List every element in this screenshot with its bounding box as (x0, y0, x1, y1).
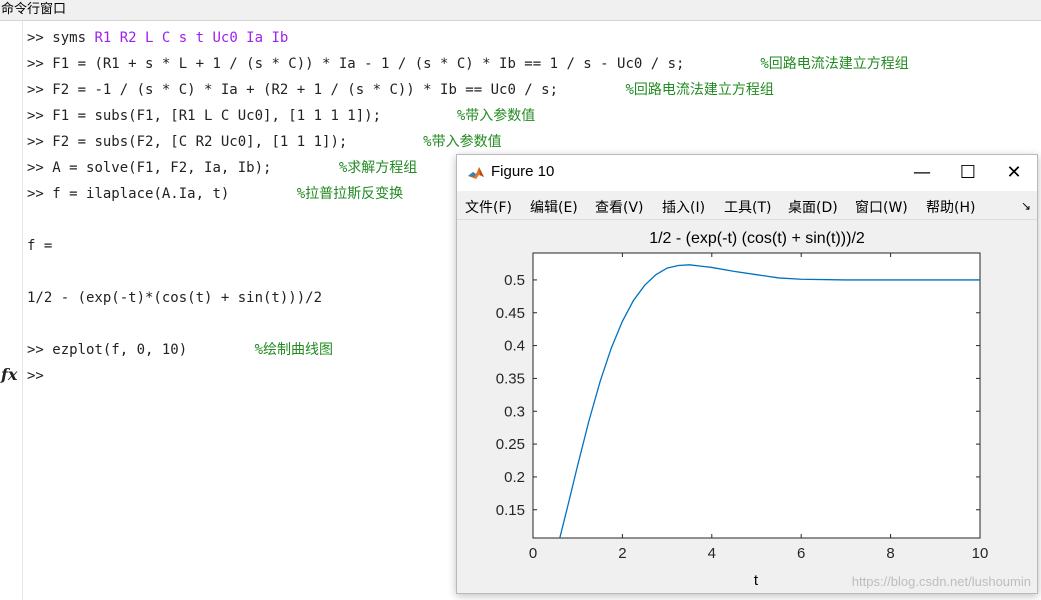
y-tick-label: 0.15 (496, 502, 525, 519)
y-tick-label: 0.4 (504, 338, 525, 355)
close-button[interactable]: ✕ (991, 155, 1037, 191)
command-line: >> F2 = subs(F2, [C R2 Uc0], [1 1 1]); %… (27, 134, 502, 150)
dock-arrow-icon[interactable]: ↘ (1021, 199, 1031, 213)
y-tick-label: 0.5 (504, 272, 525, 289)
x-tick-label: 10 (972, 545, 989, 562)
y-tick-label: 0.3 (504, 403, 525, 420)
command-line: >> F2 = -1 / (s * C) * Ia + (R2 + 1 / (s… (27, 82, 774, 98)
y-tick-label: 0.45 (496, 305, 525, 322)
y-tick-label: 0.25 (496, 436, 525, 453)
menu-edit[interactable]: 编辑(E) (530, 197, 578, 217)
command-gutter (0, 21, 23, 600)
command-line: >> F1 = (R1 + s * L + 1 / (s * C)) * Ia … (27, 56, 909, 72)
figure-window[interactable]: Figure 10 — ☐ ✕ 文件(F) 编辑(E) 查看(V) 插入(I) … (456, 154, 1038, 594)
maximize-button[interactable]: ☐ (945, 155, 991, 191)
minimize-icon: — (913, 162, 931, 183)
plot-area: 1/2 - (exp(-t) (cos(t) + sin(t)))/2 0 2 4 6… (457, 220, 1037, 593)
x-tick-label: 0 (529, 545, 537, 562)
command-line: >> A = solve(F1, F2, Ia, Ib); %求解方程组 (27, 160, 418, 176)
x-tick-label: 6 (797, 545, 805, 562)
menu-tools[interactable]: 工具(T) (724, 197, 771, 217)
y-tick-label: 0.35 (496, 370, 525, 387)
command-window-title: 命令行窗口 (1, 2, 67, 17)
menu-desktop[interactable]: 桌面(D) (788, 197, 838, 217)
figure-title: Figure 10 (491, 163, 555, 180)
matlab-logo-icon (467, 164, 485, 182)
current-prompt[interactable]: >> (27, 365, 44, 387)
axes-box (532, 252, 981, 539)
plot-title: 1/2 - (exp(-t) (cos(t) + sin(t)))/2 (649, 230, 865, 247)
fx-icon[interactable]: fx (1, 365, 17, 384)
command-line: >> ezplot(f, 0, 10) %绘制曲线图 (27, 342, 334, 358)
x-tick-label: 8 (886, 545, 894, 562)
command-line: >> F1 = subs(F1, [R1 L C Uc0], [1 1 1 1]… (27, 108, 536, 124)
x-axis-label: t (754, 572, 759, 589)
command-line: >> f = ilaplace(A.Ia, t) %拉普拉斯反变换 (27, 186, 404, 202)
x-tick-label: 2 (618, 545, 626, 562)
maximize-icon: ☐ (959, 162, 977, 183)
menu-insert[interactable]: 插入(I) (662, 197, 705, 217)
close-icon: ✕ (1006, 162, 1022, 183)
x-tick-label: 4 (708, 545, 716, 562)
minimize-button[interactable]: — (899, 155, 945, 191)
figure-titlebar[interactable]: Figure 10 — ☐ ✕ (457, 155, 1037, 191)
command-window-header: 命令行窗口 (0, 0, 1041, 21)
output-value: 1/2 - (exp(-t)*(cos(t) + sin(t)))/2 (27, 290, 323, 306)
figure-menubar: 文件(F) 编辑(E) 查看(V) 插入(I) 工具(T) 桌面(D) 窗口(W… (457, 191, 1037, 220)
menu-view[interactable]: 查看(V) (595, 197, 644, 217)
command-line: >> syms R1 R2 L C s t Uc0 Ia Ib (27, 30, 289, 46)
menu-help[interactable]: 帮助(H) (926, 197, 975, 217)
menu-window[interactable]: 窗口(W) (855, 197, 908, 217)
menu-file[interactable]: 文件(F) (465, 197, 512, 217)
output-variable: f = (27, 238, 53, 254)
plot-canvas: 1/2 - (exp(-t) (cos(t) + sin(t)))/2 0 2 4 6… (496, 230, 989, 589)
y-tick-label: 0.2 (504, 469, 525, 486)
watermark: https://blog.csdn.net/lushoumin (851, 574, 1031, 589)
